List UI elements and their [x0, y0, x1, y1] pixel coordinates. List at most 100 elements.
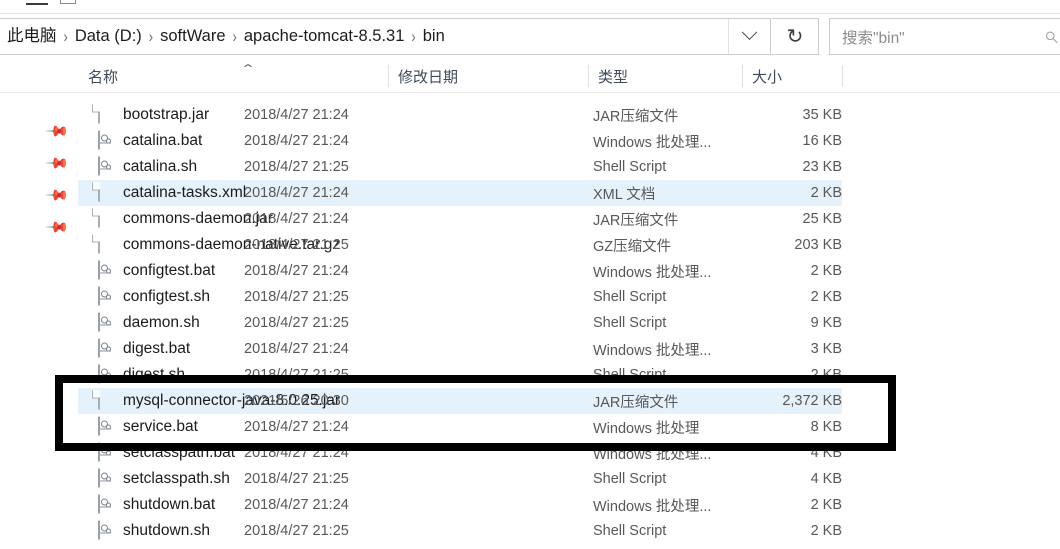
address-bar[interactable]: 此电脑 › Data (D:) › softWare › apache-tomc… — [0, 18, 771, 55]
file-size: 4 KB — [810, 471, 842, 487]
table-row[interactable]: commons-daemon-native.tar.gz 2018/4/27 21… — [78, 232, 842, 258]
file-date-modified: 2018/4/27 21:25 — [244, 367, 349, 383]
file-date-modified: 2018/4/27 21:25 — [244, 523, 349, 539]
table-row[interactable]: shutdown.bat 2018/4/27 21:24 Windows 批处理..… — [78, 492, 842, 518]
file-type: Shell Script — [593, 367, 667, 383]
table-row[interactable]: catalina.sh 2018/4/27 21:25 Shell Script 23… — [78, 154, 842, 180]
file-date-modified: 2018/4/27 21:25 — [244, 315, 349, 331]
refresh-icon: ↻ — [786, 25, 804, 48]
table-row[interactable]: service.bat 2018/4/27 21:24 Windows 批处理 8 K… — [78, 414, 842, 440]
pin-icon[interactable]: 📌 — [44, 119, 69, 144]
file-name: daemon.sh — [123, 314, 200, 331]
refresh-button[interactable]: ↻ — [772, 18, 819, 55]
document-icon — [98, 104, 115, 125]
table-row[interactable]: configtest.sh 2018/4/27 21:25 Shell Script… — [78, 284, 842, 310]
file-type: Shell Script — [593, 159, 667, 175]
script-icon — [98, 312, 115, 333]
table-row[interactable]: shutdown.sh 2018/4/27 21:25 Shell Script 2 … — [78, 518, 842, 544]
script-icon — [98, 468, 115, 489]
script-icon-glyph — [98, 468, 111, 488]
document-icon — [98, 182, 115, 203]
sort-ascending-icon: ⌃ — [239, 62, 257, 76]
breadcrumb-separator: › — [63, 27, 68, 46]
table-row[interactable]: setclasspath.sh 2018/4/27 21:25 Shell Scri… — [78, 466, 842, 492]
script-icon-glyph — [98, 338, 111, 358]
table-row[interactable]: digest.sh 2018/4/27 21:25 Shell Script 2 KB — [78, 362, 842, 388]
file-size: 16 KB — [802, 133, 843, 149]
table-row[interactable]: mysql-connector-java-8.0.25.jar 2021/5/26… — [78, 388, 842, 414]
script-icon-glyph — [98, 286, 111, 306]
ribbon-sliver — [0, 0, 1060, 13]
file-size: 2 KB — [810, 523, 842, 539]
table-row[interactable]: catalina.bat 2018/4/27 21:24 Windows 批处理..… — [78, 128, 842, 154]
breadcrumb-item-4[interactable]: bin — [418, 26, 450, 47]
script-icon-glyph — [98, 442, 111, 462]
document-icon-glyph — [98, 390, 100, 410]
file-name: digest.bat — [123, 340, 191, 357]
file-size: 23 KB — [802, 159, 843, 175]
file-type: Shell Script — [593, 471, 667, 487]
breadcrumb-item-0[interactable]: 此电脑 — [2, 26, 62, 47]
file-name: shutdown.sh — [123, 522, 211, 539]
table-row[interactable]: catalina-tasks.xml 2018/4/27 21:24 XML 文档 2… — [78, 180, 842, 206]
script-icon-glyph — [98, 260, 111, 280]
table-row[interactable]: setclasspath.bat 2018/4/27 21:24 Windows 批… — [78, 440, 842, 466]
file-size: 9 KB — [810, 315, 842, 331]
column-header-date[interactable]: 修改日期 — [388, 59, 588, 93]
file-name: shutdown.bat — [123, 496, 216, 513]
pin-icon[interactable]: 📌 — [44, 215, 69, 240]
script-icon-glyph — [98, 312, 111, 332]
file-name: bootstrap.jar — [123, 106, 210, 123]
file-type: Shell Script — [593, 523, 667, 539]
file-date-modified: 2018/4/27 21:24 — [244, 185, 349, 201]
table-row[interactable]: bootstrap.jar 2018/4/27 21:24 JAR压缩文件 35 KB — [78, 102, 842, 128]
script-icon — [98, 442, 115, 463]
document-icon-glyph — [98, 208, 100, 228]
document-icon-glyph — [98, 234, 100, 254]
breadcrumb[interactable]: 此电脑 › Data (D:) › softWare › apache-tomc… — [0, 19, 728, 54]
script-icon — [98, 260, 115, 281]
script-icon-glyph — [98, 494, 111, 514]
breadcrumb-item-3[interactable]: apache-tomcat-8.5.31 — [239, 26, 410, 47]
explorer-window: 此电脑 › Data (D:) › softWare › apache-tomc… — [0, 0, 1060, 549]
pin-icon[interactable]: 📌 — [44, 151, 69, 176]
file-name: digest.sh — [123, 366, 186, 383]
file-list[interactable]: bootstrap.jar 2018/4/27 21:24 JAR压缩文件 35 KB… — [78, 93, 1060, 549]
ribbon-ghost-bar — [26, 3, 48, 5]
script-icon-glyph — [98, 520, 111, 540]
file-size: 25 KB — [802, 211, 843, 227]
file-name: service.bat — [123, 418, 198, 435]
file-name: configtest.bat — [123, 262, 216, 279]
breadcrumb-item-1[interactable]: Data (D:) — [70, 26, 147, 47]
file-type: XML 文档 — [593, 186, 656, 203]
document-icon — [98, 390, 115, 411]
file-name: configtest.sh — [123, 288, 211, 305]
address-history-dropdown[interactable] — [728, 19, 770, 54]
script-icon-glyph — [98, 156, 111, 176]
column-header-type[interactable]: 类型 — [588, 59, 742, 93]
document-icon-glyph — [98, 182, 100, 202]
file-size: 2 KB — [810, 367, 842, 383]
file-date-modified: 2018/4/27 21:24 — [244, 107, 349, 123]
breadcrumb-separator: › — [411, 27, 416, 46]
search-placeholder: 搜索"bin" — [842, 29, 905, 47]
script-icon — [98, 156, 115, 177]
file-size: 203 KB — [794, 237, 842, 253]
file-size: 2,372 KB — [782, 393, 842, 409]
file-date-modified: 2018/4/27 21:24 — [244, 263, 349, 279]
table-row[interactable]: configtest.bat 2018/4/27 21:24 Windows 批处理… — [78, 258, 842, 284]
breadcrumb-item-2[interactable]: softWare — [155, 26, 230, 47]
column-divider[interactable] — [842, 65, 843, 87]
column-header-size[interactable]: 大小 — [742, 59, 842, 93]
chevron-down-icon — [741, 24, 758, 41]
table-row[interactable]: commons-daemon.jar 2018/4/27 21:24 JAR压缩文件… — [78, 206, 842, 232]
script-icon-glyph — [98, 130, 111, 150]
pin-icon[interactable]: 📌 — [44, 183, 69, 208]
table-row[interactable]: daemon.sh 2018/4/27 21:25 Shell Script 9 KB — [78, 310, 842, 336]
table-row[interactable]: digest.bat 2018/4/27 21:24 Windows 批处理... 3… — [78, 336, 842, 362]
column-header-name[interactable]: 名称 — [78, 59, 388, 93]
file-size: 8 KB — [810, 419, 842, 435]
file-type: GZ压缩文件 — [593, 238, 672, 255]
file-date-modified: 2018/4/27 21:25 — [244, 237, 349, 253]
search-input[interactable]: 搜索"bin" — [829, 18, 1060, 55]
